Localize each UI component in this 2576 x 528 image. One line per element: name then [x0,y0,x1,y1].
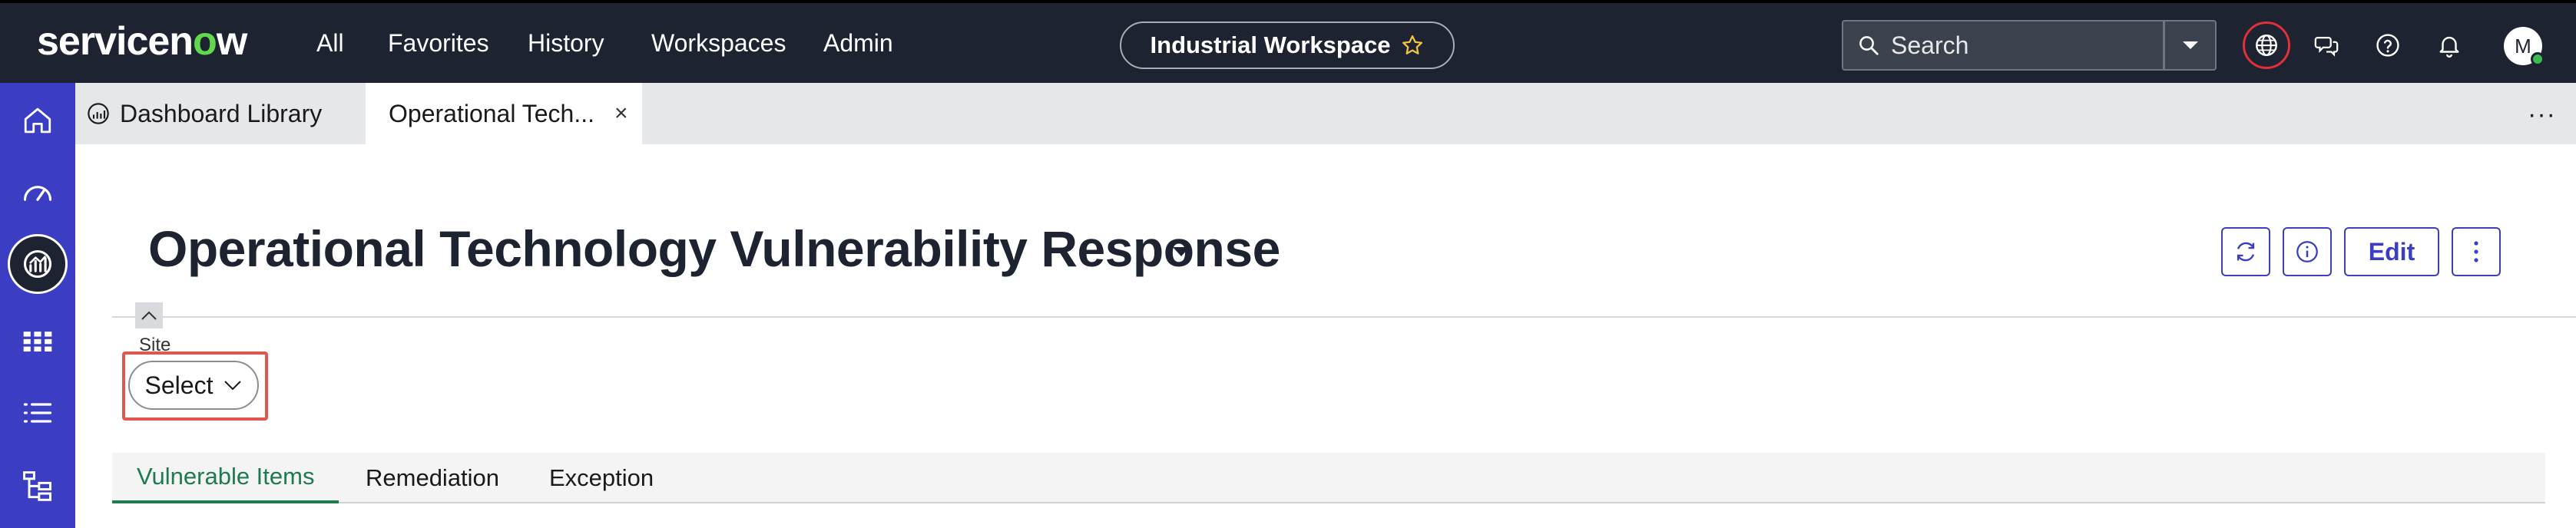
language-globe-button[interactable] [2243,21,2290,69]
close-icon[interactable]: × [614,101,628,127]
global-search [1842,20,2164,71]
workspace-tab-bar: Dashboard Library Operational Tech... × … [75,83,2576,144]
rail-grid[interactable] [18,322,57,361]
top-navigation-bar: servicenow All Favorites History Workspa… [0,0,2576,83]
rail-hierarchy[interactable] [18,467,57,505]
info-button[interactable] [2283,227,2332,276]
dashboard-gauge-icon [23,186,52,201]
tab-label: Operational Tech... [389,99,595,127]
chevron-up-icon [141,311,157,320]
left-sidebar-rail [0,83,75,528]
nav-all[interactable]: All [316,29,344,58]
page-title: Operational Technology Vulnerability Res… [148,220,1280,277]
tab-operational-technology[interactable]: Operational Tech... × [366,83,642,144]
nav-admin[interactable]: Admin [823,29,893,58]
rail-dashboards[interactable] [18,173,57,212]
analytics-icon [88,103,109,124]
list-icon [23,403,52,423]
refresh-button[interactable] [2221,227,2270,276]
grid-icon [23,332,52,352]
servicenow-logo[interactable]: servicenow [37,18,247,64]
dashboard-content-tabs: Vulnerable Items Remediation Exception [112,453,2545,503]
tab-dashboard-library[interactable]: Dashboard Library [86,83,322,144]
home-icon [24,107,51,134]
header-divider [112,316,2576,318]
refresh-icon [2237,242,2255,262]
site-select-dropdown[interactable]: Select [128,361,259,410]
chevron-down-icon [224,381,242,391]
workspace-pill-label: Industrial Workspace [1150,31,1391,58]
hierarchy-icon [23,471,51,501]
more-horizontal-icon[interactable]: ··· [2528,100,2556,130]
search-icon [1859,36,1879,55]
rail-list[interactable] [18,394,57,432]
bell-icon [2439,36,2459,58]
search-scope-dropdown[interactable] [2164,20,2217,71]
info-icon [2296,241,2318,262]
help-icon [2376,34,2399,57]
tab-vulnerable-items[interactable]: Vulnerable Items [112,453,339,503]
chat-icon [2314,36,2339,57]
chat-button[interactable] [2312,31,2341,60]
nav-history[interactable]: History [528,29,604,58]
more-options-button[interactable] [2452,227,2501,276]
tab-label: Dashboard Library [120,99,323,127]
notifications-button[interactable] [2435,31,2464,60]
help-button[interactable] [2373,31,2402,60]
analytics-icon [23,249,52,279]
collapse-filters-button[interactable] [135,302,163,328]
workspace-pill[interactable]: Industrial Workspace [1120,21,1455,69]
caret-down-icon [1173,247,1190,256]
presence-online-dot [2531,52,2545,66]
more-vertical-icon [2474,241,2478,262]
nav-workspaces[interactable]: Workspaces [651,29,786,58]
rail-home[interactable] [18,101,57,140]
edit-button[interactable]: Edit [2344,227,2439,276]
tab-exception[interactable]: Exception [549,453,654,503]
site-select-value: Select [144,371,214,399]
caret-down-icon [2182,41,2198,49]
tab-remediation[interactable]: Remediation [366,453,499,503]
globe-icon [2256,35,2277,56]
nav-favorites[interactable]: Favorites [388,29,489,58]
search-input[interactable] [1891,31,2152,60]
rail-analytics[interactable] [8,234,68,294]
star-icon[interactable] [1401,34,1424,57]
title-dropdown-caret[interactable] [1171,246,1191,262]
